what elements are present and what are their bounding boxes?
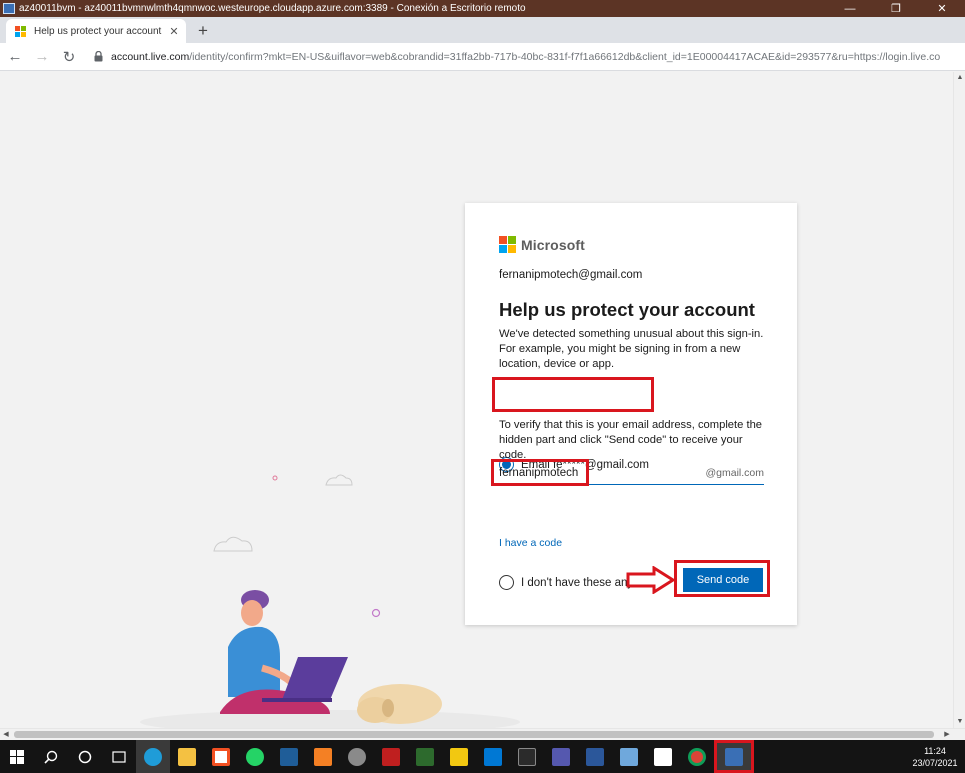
scroll-thumb[interactable]	[14, 731, 934, 738]
microsoft-favicon-icon	[15, 25, 26, 37]
scroll-down-icon[interactable]: ▼	[954, 716, 965, 728]
page-title: Help us protect your account	[499, 299, 755, 320]
restore-button[interactable]: ❐	[873, 0, 919, 17]
app-orange-icon[interactable]	[306, 740, 340, 773]
reload-button[interactable]: ↻	[57, 45, 81, 69]
teams-icon[interactable]	[544, 740, 578, 773]
remote-desktop-icon	[3, 3, 15, 14]
store-icon[interactable]	[204, 740, 238, 773]
cortana-icon[interactable]	[68, 740, 102, 773]
screenshot-icon[interactable]	[612, 740, 646, 773]
annotation-box-email-option	[492, 377, 654, 412]
person-with-laptop-icon	[220, 590, 348, 714]
have-code-link[interactable]: I have a code	[499, 537, 562, 549]
clock-time: 11:24	[924, 745, 946, 756]
cloud-icon	[213, 536, 253, 552]
address-bar[interactable]: account.live.com/identity/confirm?mkt=EN…	[91, 45, 965, 69]
word-icon[interactable]	[578, 740, 612, 773]
clock-date: 23/07/2021	[912, 757, 958, 768]
annotation-box-send-code	[674, 560, 770, 597]
vmware-icon[interactable]	[272, 740, 306, 773]
tab-close-icon[interactable]: ✕	[166, 25, 182, 38]
file-explorer-icon[interactable]	[170, 740, 204, 773]
forward-button[interactable]: →	[30, 45, 54, 69]
power-bi-icon[interactable]	[442, 740, 476, 773]
whatsapp-icon[interactable]	[238, 740, 272, 773]
taskbar-clock[interactable]: 11:24 23/07/2021	[905, 745, 965, 769]
close-button[interactable]: ✕	[919, 0, 965, 17]
typora-icon[interactable]	[646, 740, 680, 773]
rdp-title-bar: az40011bvm - az40011bvmnwlmth4qmnwoc.wes…	[0, 0, 965, 17]
bubble-icon	[371, 608, 381, 618]
page-content: Microsoft fernanipmotech@gmail.com Help …	[0, 72, 953, 728]
task-view-icon[interactable]	[102, 740, 136, 773]
annotation-arrow-icon	[626, 566, 676, 594]
microsoft-logo-icon	[499, 236, 516, 253]
url-path: /identity/confirm?mkt=EN-US&uiflavor=web…	[189, 50, 941, 63]
horizontal-scrollbar[interactable]: ◀ ▶	[0, 728, 965, 740]
radio-none[interactable]	[499, 575, 514, 590]
search-icon[interactable]	[34, 740, 68, 773]
vscode-icon[interactable]	[476, 740, 510, 773]
scroll-up-icon[interactable]: ▲	[954, 72, 965, 84]
edge-icon[interactable]	[136, 740, 170, 773]
url-host: account.live.com	[111, 50, 190, 63]
email-domain-suffix: @gmail.com	[705, 466, 764, 479]
bubble-icon	[272, 475, 278, 481]
windows-start-icon[interactable]	[0, 740, 34, 773]
lock-icon[interactable]	[91, 51, 105, 62]
annotation-box-email-input	[491, 459, 589, 486]
new-tab-button[interactable]: +	[193, 21, 213, 41]
browser-toolbar: ← → ↻ account.live.com/identity/confirm?…	[0, 43, 965, 71]
browser-tab-strip: Help us protect your account ✕ +	[0, 17, 965, 43]
vertical-scrollbar[interactable]: ▲ ▼	[953, 72, 965, 728]
rdp-window-title: az40011bvm - az40011bvmnwlmth4qmnwoc.wes…	[19, 3, 526, 14]
cmd-icon[interactable]	[510, 740, 544, 773]
dog-icon	[357, 684, 442, 724]
terminal-green-icon[interactable]	[408, 740, 442, 773]
taskbar: 11:24 23/07/2021	[0, 740, 965, 773]
browser-tab-active[interactable]: Help us protect your account ✕	[6, 19, 186, 43]
account-email: fernanipmotech@gmail.com	[499, 269, 643, 281]
chrome-icon[interactable]	[680, 740, 714, 773]
vpn-icon[interactable]	[340, 740, 374, 773]
description-text: We've detected something unusual about t…	[499, 328, 764, 370]
cloud-icon	[325, 474, 353, 486]
brand-name: Microsoft	[521, 236, 585, 253]
back-button[interactable]: ←	[3, 45, 27, 69]
filezilla-icon[interactable]	[374, 740, 408, 773]
remote-desktop-taskbar-icon[interactable]	[714, 740, 754, 773]
minimize-button[interactable]: —	[827, 0, 873, 17]
microsoft-brand: Microsoft	[499, 236, 585, 253]
verify-instructions: To verify that this is your email addres…	[499, 419, 763, 461]
tab-title: Help us protect your account	[34, 25, 162, 37]
